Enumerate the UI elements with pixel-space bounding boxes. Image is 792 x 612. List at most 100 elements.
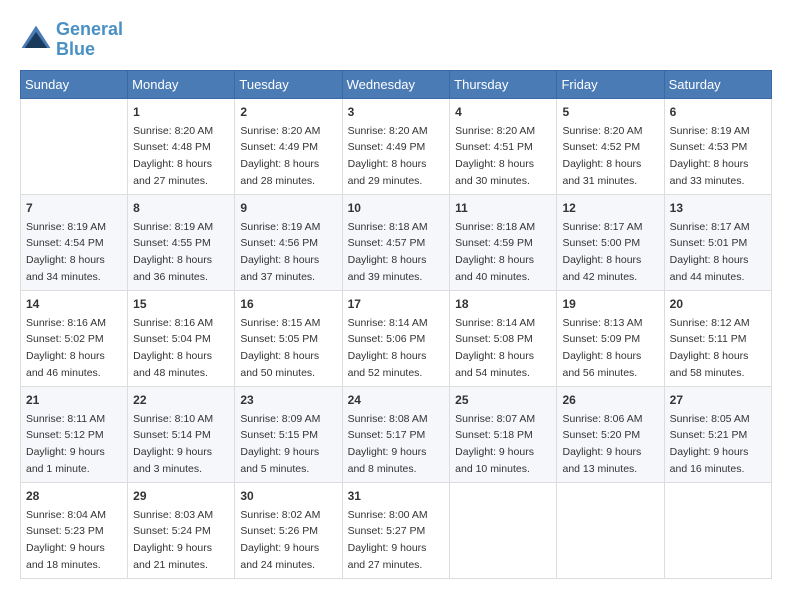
cell-content: Sunrise: 8:17 AMSunset: 5:00 PMDaylight:… bbox=[562, 221, 642, 283]
col-sunday: Sunday bbox=[21, 70, 128, 98]
calendar-cell: 29 Sunrise: 8:03 AMSunset: 5:24 PMDayligh… bbox=[128, 482, 235, 578]
day-number: 31 bbox=[348, 487, 445, 505]
day-number: 12 bbox=[562, 199, 658, 217]
day-number: 17 bbox=[348, 295, 445, 313]
cell-content: Sunrise: 8:16 AMSunset: 5:02 PMDaylight:… bbox=[26, 317, 106, 379]
day-number: 10 bbox=[348, 199, 445, 217]
cell-content: Sunrise: 8:19 AMSunset: 4:54 PMDaylight:… bbox=[26, 221, 106, 283]
day-number: 5 bbox=[562, 103, 658, 121]
calendar-cell bbox=[557, 482, 664, 578]
calendar-week-5: 28 Sunrise: 8:04 AMSunset: 5:23 PMDayligh… bbox=[21, 482, 772, 578]
calendar-cell: 31 Sunrise: 8:00 AMSunset: 5:27 PMDayligh… bbox=[342, 482, 450, 578]
day-number: 18 bbox=[455, 295, 551, 313]
day-number: 22 bbox=[133, 391, 229, 409]
day-number: 25 bbox=[455, 391, 551, 409]
calendar-cell: 21 Sunrise: 8:11 AMSunset: 5:12 PMDayligh… bbox=[21, 386, 128, 482]
logo-text: General Blue bbox=[56, 20, 123, 60]
cell-content: Sunrise: 8:16 AMSunset: 5:04 PMDaylight:… bbox=[133, 317, 213, 379]
cell-content: Sunrise: 8:08 AMSunset: 5:17 PMDaylight:… bbox=[348, 413, 428, 475]
cell-content: Sunrise: 8:19 AMSunset: 4:56 PMDaylight:… bbox=[240, 221, 320, 283]
cell-content: Sunrise: 8:11 AMSunset: 5:12 PMDaylight:… bbox=[26, 413, 105, 475]
calendar-cell: 3 Sunrise: 8:20 AMSunset: 4:49 PMDaylight… bbox=[342, 98, 450, 194]
day-number: 11 bbox=[455, 199, 551, 217]
calendar-week-1: 1 Sunrise: 8:20 AMSunset: 4:48 PMDaylight… bbox=[21, 98, 772, 194]
calendar-week-2: 7 Sunrise: 8:19 AMSunset: 4:54 PMDaylight… bbox=[21, 194, 772, 290]
col-tuesday: Tuesday bbox=[235, 70, 342, 98]
calendar-cell: 28 Sunrise: 8:04 AMSunset: 5:23 PMDayligh… bbox=[21, 482, 128, 578]
cell-content: Sunrise: 8:20 AMSunset: 4:52 PMDaylight:… bbox=[562, 125, 642, 187]
calendar-cell: 14 Sunrise: 8:16 AMSunset: 5:02 PMDayligh… bbox=[21, 290, 128, 386]
calendar-cell: 4 Sunrise: 8:20 AMSunset: 4:51 PMDaylight… bbox=[450, 98, 557, 194]
calendar-cell: 10 Sunrise: 8:18 AMSunset: 4:57 PMDayligh… bbox=[342, 194, 450, 290]
day-number: 6 bbox=[670, 103, 766, 121]
day-number: 29 bbox=[133, 487, 229, 505]
logo-icon bbox=[20, 24, 52, 56]
calendar-cell bbox=[664, 482, 771, 578]
calendar-cell: 8 Sunrise: 8:19 AMSunset: 4:55 PMDaylight… bbox=[128, 194, 235, 290]
day-number: 26 bbox=[562, 391, 658, 409]
day-number: 14 bbox=[26, 295, 122, 313]
page-header: General Blue bbox=[20, 20, 772, 60]
calendar-cell: 23Sunrise: 8:09 AMSunset: 5:15 PMDayligh… bbox=[235, 386, 342, 482]
cell-content: Sunrise: 8:19 AMSunset: 4:53 PMDaylight:… bbox=[670, 125, 750, 187]
calendar-week-3: 14 Sunrise: 8:16 AMSunset: 5:02 PMDayligh… bbox=[21, 290, 772, 386]
calendar-cell: 12 Sunrise: 8:17 AMSunset: 5:00 PMDayligh… bbox=[557, 194, 664, 290]
cell-content: Sunrise: 8:20 AMSunset: 4:51 PMDaylight:… bbox=[455, 125, 535, 187]
day-number: 19 bbox=[562, 295, 658, 313]
calendar-cell bbox=[450, 482, 557, 578]
cell-content: Sunrise: 8:14 AMSunset: 5:06 PMDaylight:… bbox=[348, 317, 428, 379]
day-number: 8 bbox=[133, 199, 229, 217]
day-number: 1 bbox=[133, 103, 229, 121]
cell-content: Sunrise: 8:02 AMSunset: 5:26 PMDaylight:… bbox=[240, 509, 320, 571]
day-number: 7 bbox=[26, 199, 122, 217]
cell-content: Sunrise: 8:10 AMSunset: 5:14 PMDaylight:… bbox=[133, 413, 213, 475]
calendar-cell: 30 Sunrise: 8:02 AMSunset: 5:26 PMDayligh… bbox=[235, 482, 342, 578]
calendar-cell bbox=[21, 98, 128, 194]
cell-content: Sunrise: 8:20 AMSunset: 4:49 PMDaylight:… bbox=[348, 125, 428, 187]
day-number: 4 bbox=[455, 103, 551, 121]
cell-content: Sunrise: 8:03 AMSunset: 5:24 PMDaylight:… bbox=[133, 509, 213, 571]
day-number: 2 bbox=[240, 103, 336, 121]
cell-content: Sunrise: 8:06 AMSunset: 5:20 PMDaylight:… bbox=[562, 413, 642, 475]
calendar-cell: 24 Sunrise: 8:08 AMSunset: 5:17 PMDayligh… bbox=[342, 386, 450, 482]
day-number: 15 bbox=[133, 295, 229, 313]
col-friday: Friday bbox=[557, 70, 664, 98]
cell-content: Sunrise: 8:20 AMSunset: 4:49 PMDaylight:… bbox=[240, 125, 320, 187]
calendar-cell: 27 Sunrise: 8:05 AMSunset: 5:21 PMDayligh… bbox=[664, 386, 771, 482]
calendar-cell: 2 Sunrise: 8:20 AMSunset: 4:49 PMDaylight… bbox=[235, 98, 342, 194]
calendar-cell: 25Sunrise: 8:07 AMSunset: 5:18 PMDayligh… bbox=[450, 386, 557, 482]
cell-content: Sunrise: 8:19 AMSunset: 4:55 PMDaylight:… bbox=[133, 221, 213, 283]
col-saturday: Saturday bbox=[664, 70, 771, 98]
day-number: 27 bbox=[670, 391, 766, 409]
calendar-cell: 19 Sunrise: 8:13 AMSunset: 5:09 PMDayligh… bbox=[557, 290, 664, 386]
calendar-week-4: 21 Sunrise: 8:11 AMSunset: 5:12 PMDayligh… bbox=[21, 386, 772, 482]
day-number: 24 bbox=[348, 391, 445, 409]
calendar-cell: 1 Sunrise: 8:20 AMSunset: 4:48 PMDaylight… bbox=[128, 98, 235, 194]
cell-content: Sunrise: 8:20 AMSunset: 4:48 PMDaylight:… bbox=[133, 125, 213, 187]
cell-content: Sunrise: 8:00 AMSunset: 5:27 PMDaylight:… bbox=[348, 509, 428, 571]
day-number: 30 bbox=[240, 487, 336, 505]
cell-content: Sunrise: 8:17 AMSunset: 5:01 PMDaylight:… bbox=[670, 221, 750, 283]
cell-content: Sunrise: 8:18 AMSunset: 4:57 PMDaylight:… bbox=[348, 221, 428, 283]
calendar-cell: 15 Sunrise: 8:16 AMSunset: 5:04 PMDayligh… bbox=[128, 290, 235, 386]
calendar-table: Sunday Monday Tuesday Wednesday Thursday… bbox=[20, 70, 772, 579]
day-number: 13 bbox=[670, 199, 766, 217]
calendar-cell: 5 Sunrise: 8:20 AMSunset: 4:52 PMDaylight… bbox=[557, 98, 664, 194]
col-monday: Monday bbox=[128, 70, 235, 98]
calendar-cell: 13 Sunrise: 8:17 AMSunset: 5:01 PMDayligh… bbox=[664, 194, 771, 290]
calendar-cell: 16Sunrise: 8:15 AMSunset: 5:05 PMDayligh… bbox=[235, 290, 342, 386]
day-number: 28 bbox=[26, 487, 122, 505]
calendar-cell: 11Sunrise: 8:18 AMSunset: 4:59 PMDayligh… bbox=[450, 194, 557, 290]
calendar-cell: 17 Sunrise: 8:14 AMSunset: 5:06 PMDayligh… bbox=[342, 290, 450, 386]
cell-content: Sunrise: 8:05 AMSunset: 5:21 PMDaylight:… bbox=[670, 413, 750, 475]
day-number: 20 bbox=[670, 295, 766, 313]
day-number: 21 bbox=[26, 391, 122, 409]
day-number: 9 bbox=[240, 199, 336, 217]
calendar-cell: 6 Sunrise: 8:19 AMSunset: 4:53 PMDaylight… bbox=[664, 98, 771, 194]
day-number: 3 bbox=[348, 103, 445, 121]
cell-content: Sunrise: 8:13 AMSunset: 5:09 PMDaylight:… bbox=[562, 317, 642, 379]
cell-content: Sunrise: 8:04 AMSunset: 5:23 PMDaylight:… bbox=[26, 509, 106, 571]
calendar-cell: 26 Sunrise: 8:06 AMSunset: 5:20 PMDayligh… bbox=[557, 386, 664, 482]
cell-content: Sunrise: 8:12 AMSunset: 5:11 PMDaylight:… bbox=[670, 317, 750, 379]
cell-content: Sunrise: 8:14 AMSunset: 5:08 PMDaylight:… bbox=[455, 317, 535, 379]
